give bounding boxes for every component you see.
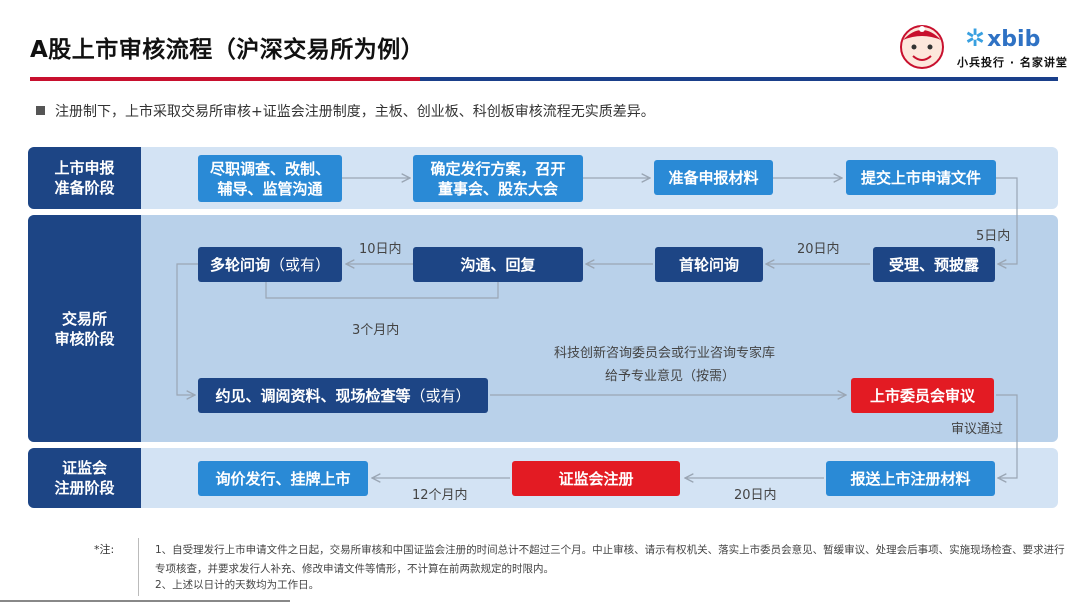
box-accept-disclose: 受理、预披露 — [873, 247, 995, 282]
notes-heading: *注: — [94, 543, 115, 556]
box-multi-inquiry: 多轮问询 （或有） — [198, 247, 342, 282]
label-review-passed: 审议通过 — [951, 422, 1004, 437]
box-communicate-reply: 沟通、回复 — [413, 247, 583, 282]
notes-divider — [138, 538, 139, 596]
label-three-months: 3个月内 — [352, 323, 400, 338]
box-report-materials: 报送上市注册材料 — [826, 461, 995, 496]
label-advisory-line1: 科技创新咨询委员会或行业咨询专家库 — [554, 346, 776, 361]
note-1: 1、自受理发行上市申请文件之日起，交易所审核和中国证监会注册的时间总计不超过三个… — [155, 544, 1065, 575]
bracket-three-months — [265, 282, 499, 299]
box-pricing-listing: 询价发行、挂牌上市 — [198, 461, 368, 496]
box-interview-inspection: 约见、调阅资料、现场检查等 （或有） — [198, 378, 488, 413]
box-due-diligence: 尽职调查、改制、 辅导、监管沟通 — [198, 155, 342, 202]
label-twelve-months: 12个月内 — [412, 488, 468, 503]
box-first-inquiry: 首轮问询 — [655, 247, 763, 282]
box-listing-committee: 上市委员会审议 — [851, 378, 994, 413]
label-twenty-days-registration: 20日内 — [734, 488, 777, 503]
bottom-rule — [0, 600, 290, 602]
box-prepare-materials: 准备申报材料 — [654, 160, 773, 195]
box-csrc-registration: 证监会注册 — [512, 461, 680, 496]
label-five-days: 5日内 — [976, 229, 1011, 244]
note-2: 2、上述以日计的天数均为工作日。 — [155, 579, 320, 591]
label-advisory-line2: 给予专业意见（按需） — [605, 369, 736, 384]
label-twenty-days-first: 20日内 — [797, 242, 840, 257]
arrow-submit-to-accept — [996, 177, 1018, 264]
arrow-multi-to-interview — [176, 263, 198, 395]
box-submit-application: 提交上市申请文件 — [846, 160, 996, 195]
box-issue-plan: 确定发行方案，召开 董事会、股东大会 — [413, 155, 583, 202]
label-ten-days: 10日内 — [359, 242, 402, 257]
flow-connectors — [176, 0, 1018, 603]
